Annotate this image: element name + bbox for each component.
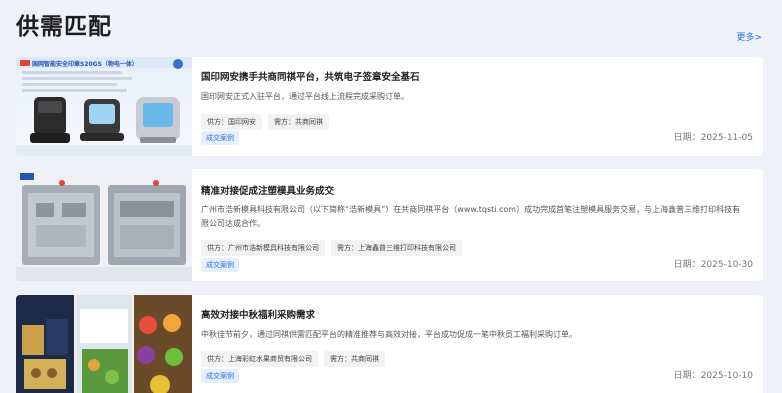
date-label: 日期： (673, 133, 701, 143)
item-title[interactable]: 国印网安携手共商同祺平台，共筑电子签章安全基石 (201, 69, 420, 83)
festival-gifts-illustration (16, 295, 192, 393)
case-badge: 成交案例 (201, 258, 239, 272)
item-description: 中秋佳节前夕，通过同祺供需匹配平台的精准推荐与高效对接，平台成功促成一笔中秋员工… (201, 330, 577, 339)
demander-tag: 需方：共商同祺 (268, 114, 329, 130)
list-item[interactable]: 精准对接促成注塑模具业务成交 广州市浩新模具科技有限公司（以下简称“浩新模具”）… (16, 169, 763, 281)
date-value: 2025-10-30 (700, 260, 753, 270)
supplier-tag: 供方：上海彩虹水果商贸有限公司 (201, 351, 318, 367)
item-description: 广州市浩新模具科技有限公司（以下简称“浩新模具”）在共商同祺平台（www.tqs… (201, 205, 741, 228)
demander-tag: 需方：共商同祺 (324, 351, 385, 367)
product-image-seal-devices[interactable]: 国网智能安全印章S20GS（物电一体） (16, 57, 192, 156)
date-label: 日期： (673, 371, 701, 381)
date-label: 日期： (673, 260, 701, 270)
injection-mold-illustration (16, 169, 192, 281)
thumb-banner-text: 国网智能安全印章S20GS（物电一体） (32, 61, 138, 68)
supplier-tag: 供方：国印网安 (201, 114, 262, 130)
product-image-gifts[interactable] (16, 295, 192, 393)
item-date: 日期：2025-11-05 (674, 130, 753, 143)
demander-tag: 需方：上海鑫普三维打印科技有限公司 (331, 240, 462, 256)
date-value: 2025-11-05 (700, 133, 753, 143)
date-value: 2025-10-10 (700, 371, 753, 381)
list-item[interactable]: 国网智能安全印章S20GS（物电一体） 国印网安携手共商同祺平台，共筑电子签章安… (16, 57, 763, 156)
item-title[interactable]: 高效对接中秋福利采购需求 (201, 307, 315, 321)
item-date: 日期：2025-10-10 (674, 368, 753, 381)
item-date: 日期：2025-10-30 (674, 257, 753, 270)
more-link[interactable]: 更多> (736, 30, 762, 43)
list-item[interactable]: 高效对接中秋福利采购需求 中秋佳节前夕，通过同祺供需匹配平台的精准推荐与高效对接… (16, 295, 763, 393)
item-title[interactable]: 精准对接促成注塑模具业务成交 (201, 183, 334, 197)
product-image-mold[interactable] (16, 169, 192, 281)
seal-devices-illustration (16, 57, 192, 156)
case-badge: 成交案例 (201, 131, 239, 145)
supplier-tag: 供方：广州市浩新模具科技有限公司 (201, 240, 325, 256)
case-badge: 成交案例 (201, 369, 239, 383)
page-title: 供需匹配 (16, 14, 112, 40)
item-description: 国印网安正式入驻平台，通过平台线上流程完成采购订单。 (201, 92, 409, 101)
